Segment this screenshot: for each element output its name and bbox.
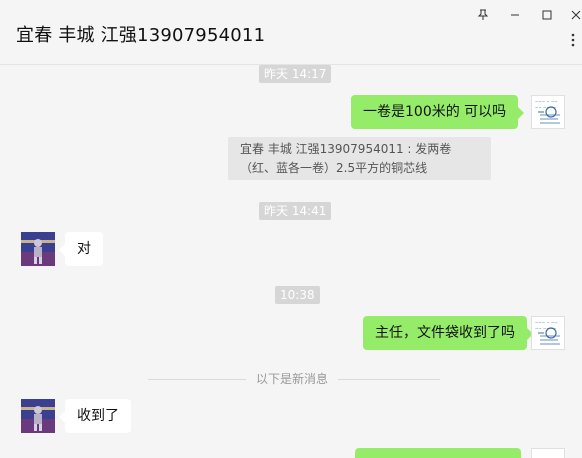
minimize-icon[interactable] <box>506 6 524 24</box>
timestamp: 昨天 14:41 <box>259 202 332 220</box>
more-icon[interactable] <box>570 32 576 48</box>
timestamp: 昨天 14:17 <box>259 65 332 83</box>
message-bubble-incoming[interactable]: 对 <box>59 232 103 266</box>
new-messages-label: 以下是新消息 <box>246 370 339 388</box>
close-icon[interactable] <box>567 6 582 24</box>
contact-avatar[interactable] <box>21 232 55 266</box>
svg-text:~~~ ~ ~~: ~~~ ~ ~~ <box>535 99 558 104</box>
title-bar: 宜春 丰城 江强13907954011 <box>0 0 582 65</box>
contact-avatar[interactable] <box>21 399 55 433</box>
message-bubble-outgoing-partial[interactable] <box>355 448 521 458</box>
message-bubble-outgoing[interactable]: 一卷是100米的 可以吗 <box>351 95 525 129</box>
my-avatar[interactable]: ~~~ ~ ~~ ~~ ~~~~ <box>531 316 565 350</box>
message-bubble-outgoing[interactable]: 主任，文件袋收到了吗 <box>363 316 533 350</box>
my-avatar[interactable]: ~~~ ~ ~~ ~~ ~~~~ <box>531 95 565 129</box>
system-message: 宜春 丰城 江强13907954011 : 发两卷（红、蓝各一卷）2.5平方的铜… <box>228 137 491 180</box>
maximize-icon[interactable] <box>538 6 556 24</box>
message-list[interactable]: 昨天 14:17 一卷是100米的 可以吗 ~~~ ~ ~~ ~~ ~~~~ 宜… <box>0 64 582 458</box>
pin-icon[interactable] <box>474 6 492 24</box>
my-avatar-partial[interactable] <box>531 448 565 458</box>
chat-title: 宜春 丰城 江强13907954011 <box>16 25 266 46</box>
svg-text:~~~ ~ ~~: ~~~ ~ ~~ <box>535 320 558 325</box>
timestamp: 10:38 <box>275 286 320 304</box>
message-bubble-incoming[interactable]: 收到了 <box>59 399 131 433</box>
